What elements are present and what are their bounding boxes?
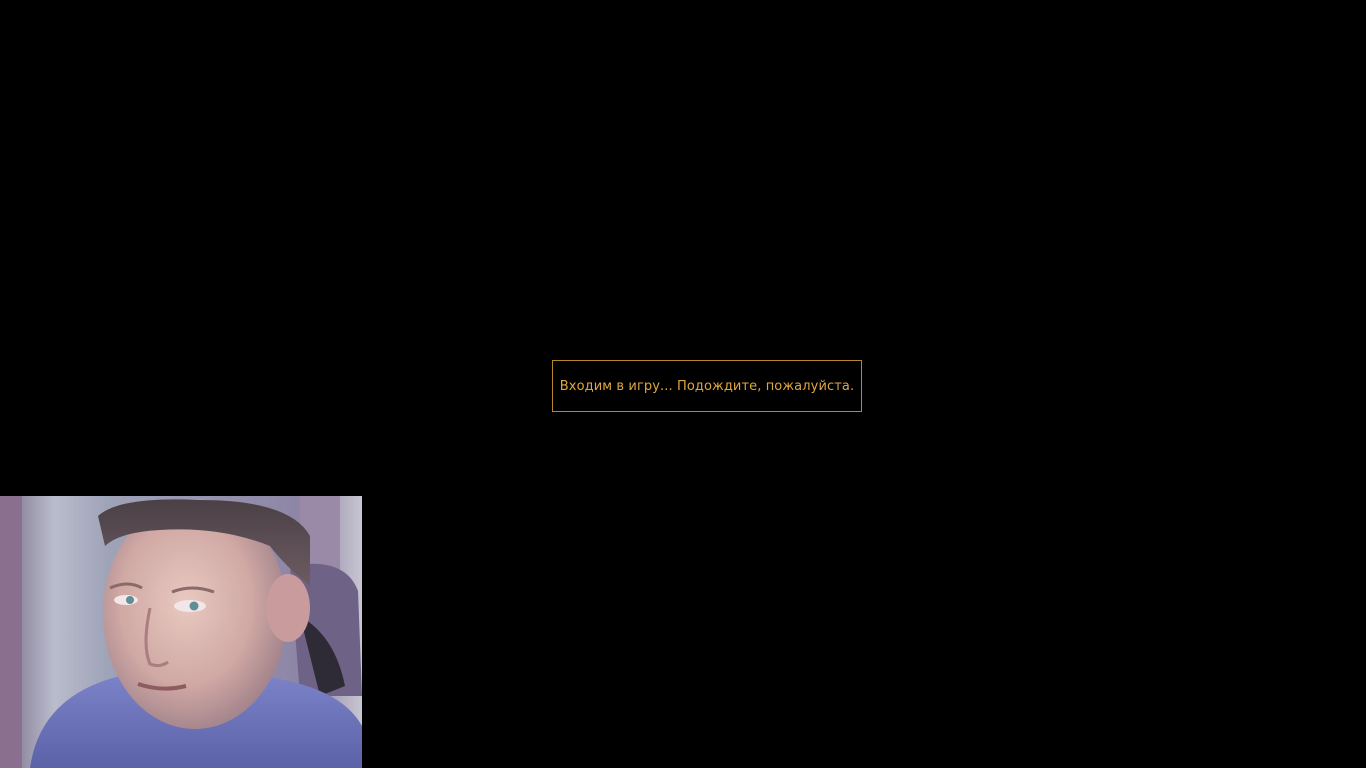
webcam-feed-image [0, 496, 362, 768]
game-loading-screen: Входим в игру... Подождите, пожалуйста. [0, 0, 1366, 768]
loading-message: Входим в игру... Подождите, пожалуйста. [559, 378, 855, 394]
webcam-overlay [0, 496, 362, 768]
loading-dialog: Входим в игру... Подождите, пожалуйста. [552, 360, 862, 412]
